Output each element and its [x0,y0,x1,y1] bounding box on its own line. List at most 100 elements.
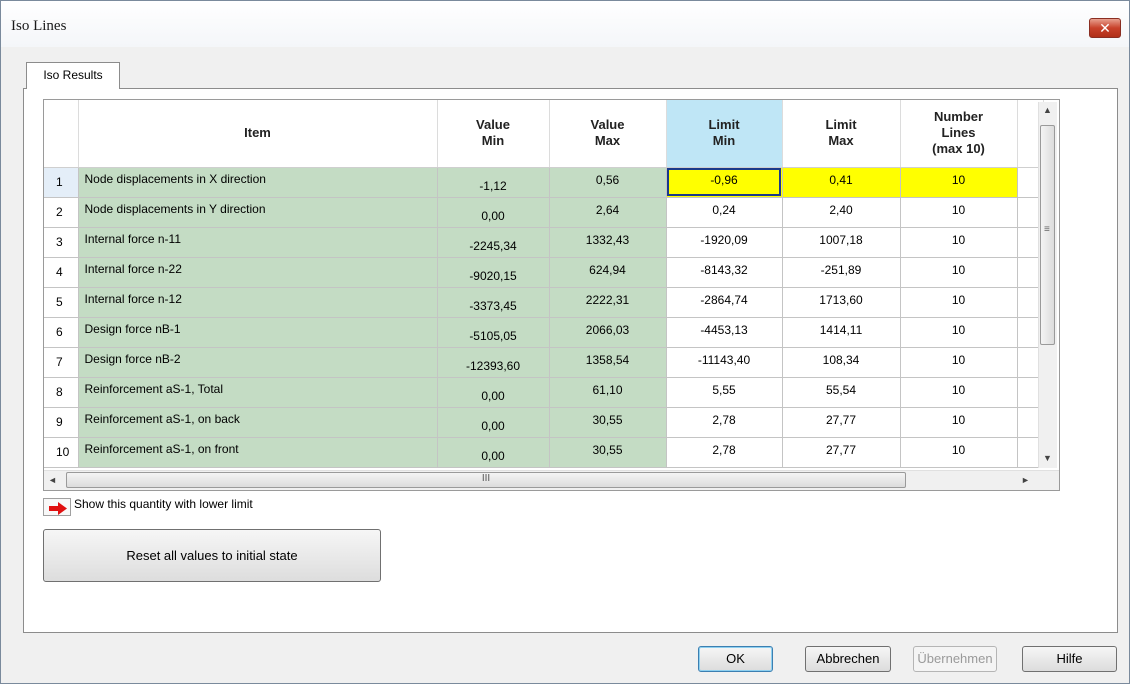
value-min-cell: -12393,60 [437,347,550,378]
ok-button[interactable]: OK [698,646,773,672]
row-number[interactable]: 1 [44,167,79,198]
lines-cell[interactable]: 10 [900,407,1018,438]
table-row[interactable]: 4 Internal force n-22 -9020,15 624,94 -8… [44,257,1044,288]
value-max-cell: 30,55 [549,437,667,468]
limit-max-cell[interactable]: 0,41 [782,167,901,198]
lines-cell[interactable]: 10 [900,377,1018,408]
row-number[interactable]: 10 [44,437,79,468]
value-min-cell: -2245,34 [437,227,550,258]
table-row[interactable]: 2 Node displacements in Y direction 0,00… [44,197,1044,228]
header-value-max[interactable]: Value Max [549,100,667,168]
limit-min-cell[interactable]: 5,55 [666,377,783,408]
lines-cell[interactable]: 10 [900,437,1018,468]
table-row[interactable]: 9 Reinforcement aS-1, on back 0,00 30,55… [44,407,1044,438]
table-row[interactable]: 10 Reinforcement aS-1, on front 0,00 30,… [44,437,1044,468]
row-number[interactable]: 4 [44,257,79,288]
limit-max-cell[interactable]: 27,77 [782,437,901,468]
lines-cell[interactable]: 10 [900,197,1018,228]
limit-max-cell[interactable]: 2,40 [782,197,901,228]
header-value-min[interactable]: Value Min [437,100,550,168]
limit-min-cell[interactable]: -11143,40 [666,347,783,378]
row-number[interactable]: 5 [44,287,79,318]
header-row: Item Value Min Value Max Limit Min Limit Max [44,100,1044,168]
scroll-left-icon[interactable]: ◄ [48,475,57,485]
vertical-scroll-thumb[interactable]: ≡ [1040,125,1055,345]
header-limit-min[interactable]: Limit Min [666,100,783,168]
value-max-cell: 2222,31 [549,287,667,318]
value-max-cell: 1332,43 [549,227,667,258]
limit-max-cell[interactable]: 27,77 [782,407,901,438]
horizontal-scroll-thumb[interactable]: III [66,472,906,488]
header-item[interactable]: Item [78,100,438,168]
header-limit-max[interactable]: Limit Max [782,100,901,168]
scroll-up-icon[interactable]: ▲ [1043,105,1052,115]
value-max-cell: 2,64 [549,197,667,228]
lines-cell[interactable]: 10 [900,287,1018,318]
header-number-lines[interactable]: Number Lines (max 10) [900,100,1018,168]
value-min-cell: 0,00 [437,377,550,408]
value-max-cell: 624,94 [549,257,667,288]
grip-icon: III [481,473,491,484]
iso-lines-dialog: Iso Lines ✕ Iso Results Item Value Min V… [0,0,1130,684]
table-row[interactable]: 7 Design force nB-2 -12393,60 1358,54 -1… [44,347,1044,378]
limit-max-cell[interactable]: 1713,60 [782,287,901,318]
item-cell: Reinforcement aS-1, on front [78,437,438,468]
scroll-right-icon[interactable]: ► [1021,475,1030,485]
row-number[interactable]: 6 [44,317,79,348]
results-table: Item Value Min Value Max Limit Min Limit Max [44,100,1044,468]
table-row[interactable]: 5 Internal force n-12 -3373,45 2222,31 -… [44,287,1044,318]
value-max-cell: 2066,03 [549,317,667,348]
item-cell: Reinforcement aS-1, Total [78,377,438,408]
value-max-cell: 61,10 [549,377,667,408]
value-min-cell: -5105,05 [437,317,550,348]
limit-min-cell[interactable]: -0,96 [666,167,783,198]
value-max-cell: 0,56 [549,167,667,198]
limit-min-cell[interactable]: 0,24 [666,197,783,228]
row-number[interactable]: 2 [44,197,79,228]
lines-cell[interactable]: 10 [900,167,1018,198]
limit-min-cell[interactable]: 2,78 [666,437,783,468]
results-grid: Item Value Min Value Max Limit Min Limit Max [43,99,1060,491]
legend-text: Show this quantity with lower limit [74,497,253,511]
scroll-down-icon[interactable]: ▼ [1043,453,1052,463]
value-max-cell: 30,55 [549,407,667,438]
table-row[interactable]: 1 Node displacements in X direction -1,1… [44,167,1044,198]
lines-cell[interactable]: 10 [900,257,1018,288]
value-min-cell: -3373,45 [437,287,550,318]
limit-max-cell[interactable]: 108,34 [782,347,901,378]
limit-min-cell[interactable]: 2,78 [666,407,783,438]
apply-button[interactable]: Übernehmen [913,646,997,672]
value-min-cell: 0,00 [437,197,550,228]
help-button[interactable]: Hilfe [1022,646,1117,672]
table-row[interactable]: 8 Reinforcement aS-1, Total 0,00 61,10 5… [44,377,1044,408]
limit-max-cell[interactable]: 1414,11 [782,317,901,348]
lines-cell[interactable]: 10 [900,347,1018,378]
table-row[interactable]: 3 Internal force n-11 -2245,34 1332,43 -… [44,227,1044,258]
table-row[interactable]: 6 Design force nB-1 -5105,05 2066,03 -44… [44,317,1044,348]
limit-min-cell[interactable]: -1920,09 [666,227,783,258]
item-cell: Reinforcement aS-1, on back [78,407,438,438]
limit-min-cell[interactable]: -4453,13 [666,317,783,348]
value-min-cell: 0,00 [437,437,550,468]
row-number[interactable]: 8 [44,377,79,408]
item-cell: Node displacements in Y direction [78,197,438,228]
row-number[interactable]: 7 [44,347,79,378]
limit-min-cell[interactable]: -8143,32 [666,257,783,288]
value-min-cell: -9020,15 [437,257,550,288]
limit-max-cell[interactable]: 1007,18 [782,227,901,258]
reset-values-button[interactable]: Reset all values to initial state [43,529,381,582]
item-cell: Design force nB-1 [78,317,438,348]
close-icon: ✕ [1099,20,1111,36]
lower-limit-arrow-icon [43,498,71,516]
limit-max-cell[interactable]: -251,89 [782,257,901,288]
lines-cell[interactable]: 10 [900,317,1018,348]
row-number[interactable]: 3 [44,227,79,258]
lines-cell[interactable]: 10 [900,227,1018,258]
limit-max-cell[interactable]: 55,54 [782,377,901,408]
cancel-button[interactable]: Abbrechen [805,646,891,672]
row-number[interactable]: 9 [44,407,79,438]
close-button[interactable]: ✕ [1089,18,1121,38]
value-min-cell: -1,12 [437,167,550,198]
tab-iso-results[interactable]: Iso Results [26,62,120,89]
limit-min-cell[interactable]: -2864,74 [666,287,783,318]
